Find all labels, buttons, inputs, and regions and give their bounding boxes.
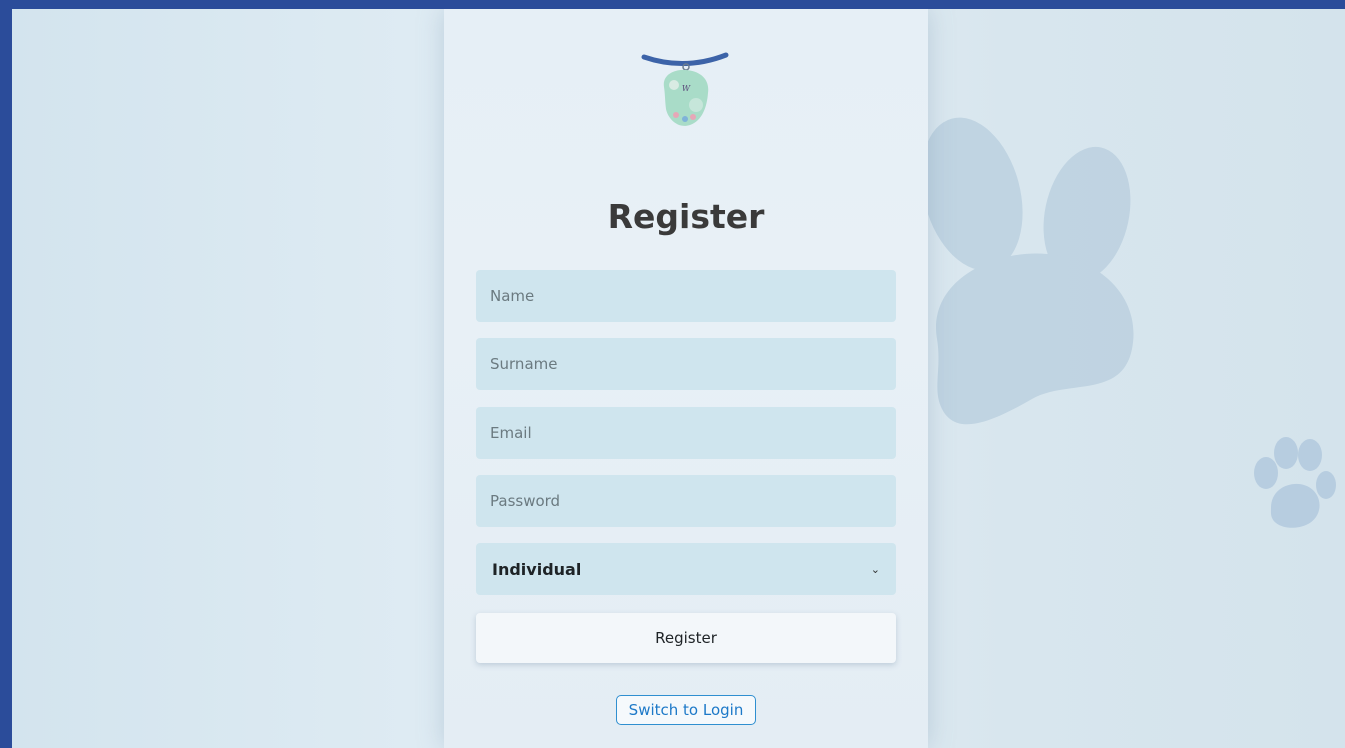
browser-frame: W Register Name Surname Email Password I… (0, 0, 1345, 748)
password-input[interactable]: Password (476, 475, 896, 527)
switch-to-login-button[interactable]: Switch to Login (616, 695, 756, 725)
paw-print-icon (921, 117, 1134, 425)
surname-input[interactable]: Surname (476, 338, 896, 390)
whiskers-logo-icon: W (641, 52, 729, 126)
account-type-select[interactable]: Individual ⌄ (476, 543, 896, 595)
register-card: W Register Name Surname Email Password I… (444, 9, 928, 748)
register-button[interactable]: Register (476, 613, 896, 663)
email-input[interactable]: Email (476, 407, 896, 459)
page-viewport: W Register Name Surname Email Password I… (12, 9, 1345, 748)
name-input[interactable]: Name (476, 270, 896, 322)
paw-print-icon (1254, 437, 1336, 528)
svg-text:W: W (682, 84, 691, 93)
page-title: Register (607, 197, 765, 236)
account-type-value: Individual (492, 559, 582, 579)
chevron-down-icon: ⌄ (870, 562, 880, 576)
